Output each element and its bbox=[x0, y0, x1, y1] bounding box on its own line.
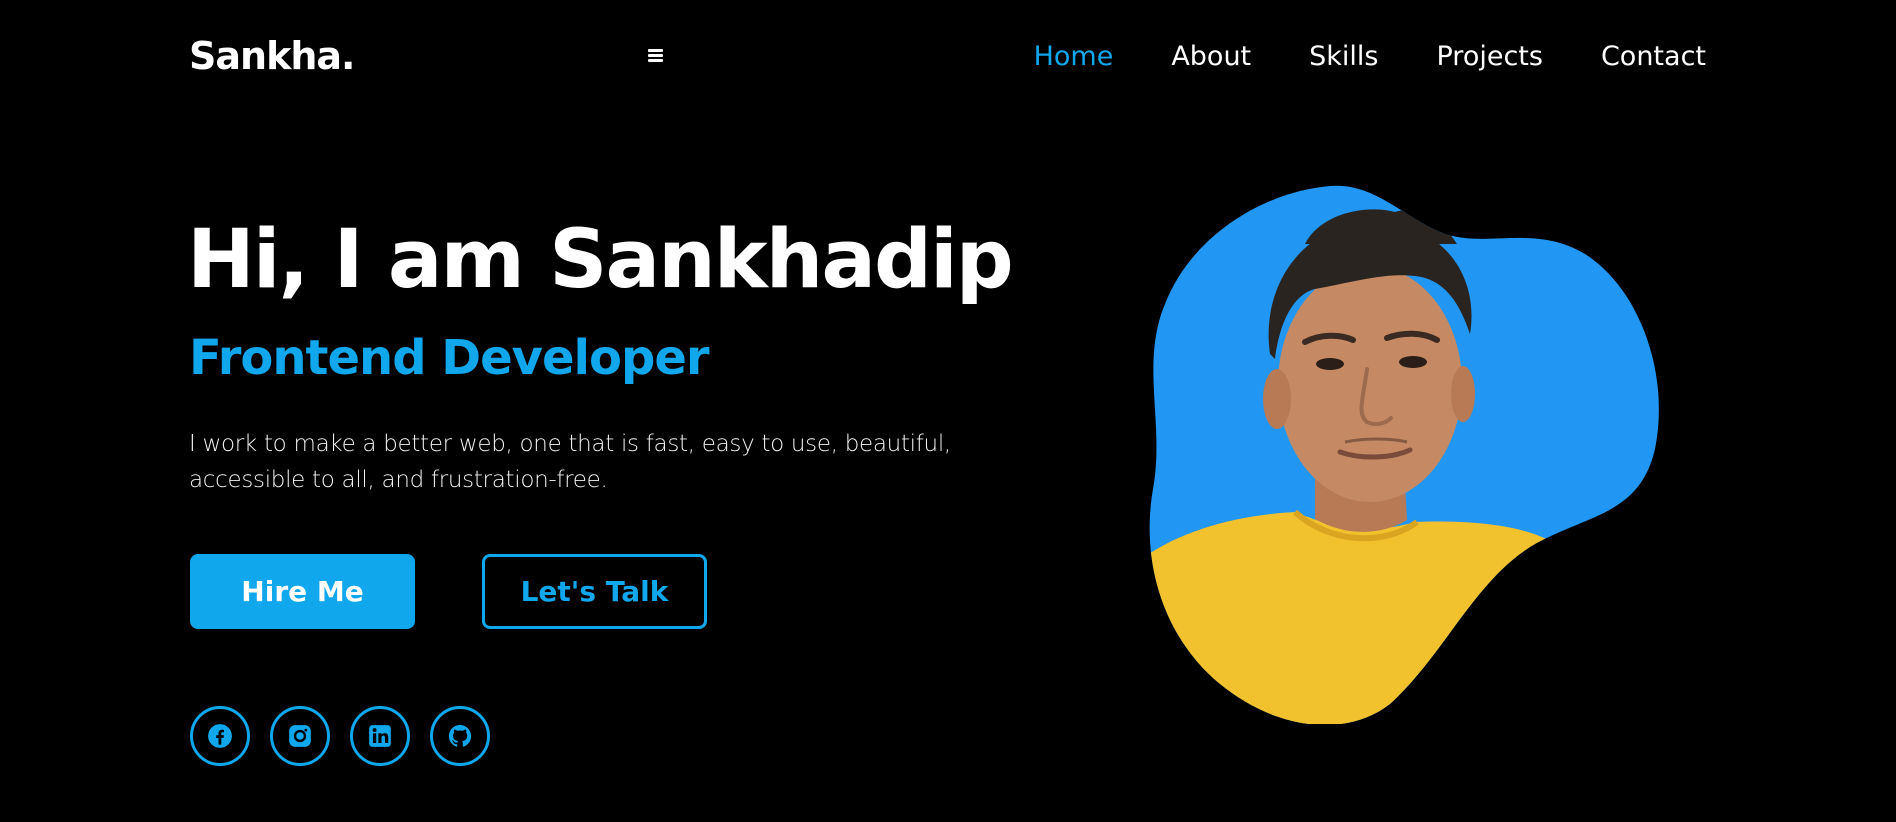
social-links bbox=[190, 706, 490, 766]
main-nav: Home About Skills Projects Contact bbox=[976, 38, 1706, 76]
hero-title: Hi, I am Sankhadip bbox=[187, 213, 1014, 307]
linkedin-icon bbox=[369, 725, 391, 747]
nav-home[interactable]: Home bbox=[1034, 38, 1114, 76]
nav-skills[interactable]: Skills bbox=[1309, 38, 1378, 76]
hero-description: I work to make a better web, one that is… bbox=[189, 431, 951, 493]
facebook-icon bbox=[208, 724, 232, 748]
hire-me-button[interactable]: Hire Me bbox=[190, 554, 415, 629]
instagram-icon bbox=[289, 725, 311, 747]
hero-role: Frontend Developer bbox=[189, 330, 710, 386]
github-link[interactable] bbox=[430, 706, 490, 766]
nav-about[interactable]: About bbox=[1171, 38, 1251, 76]
portfolio-page: Sankha. Home About Skills Projects Conta… bbox=[0, 0, 1896, 822]
profile-photo bbox=[1145, 184, 1665, 726]
github-icon bbox=[448, 724, 472, 747]
hamburger-menu-icon[interactable] bbox=[648, 49, 663, 62]
instagram-link[interactable] bbox=[270, 706, 330, 766]
facebook-link[interactable] bbox=[190, 706, 250, 766]
lets-talk-button[interactable]: Let's Talk bbox=[482, 554, 707, 629]
nav-projects[interactable]: Projects bbox=[1437, 38, 1543, 76]
linkedin-link[interactable] bbox=[350, 706, 410, 766]
nav-contact[interactable]: Contact bbox=[1601, 38, 1706, 76]
logo[interactable]: Sankha. bbox=[189, 34, 355, 78]
